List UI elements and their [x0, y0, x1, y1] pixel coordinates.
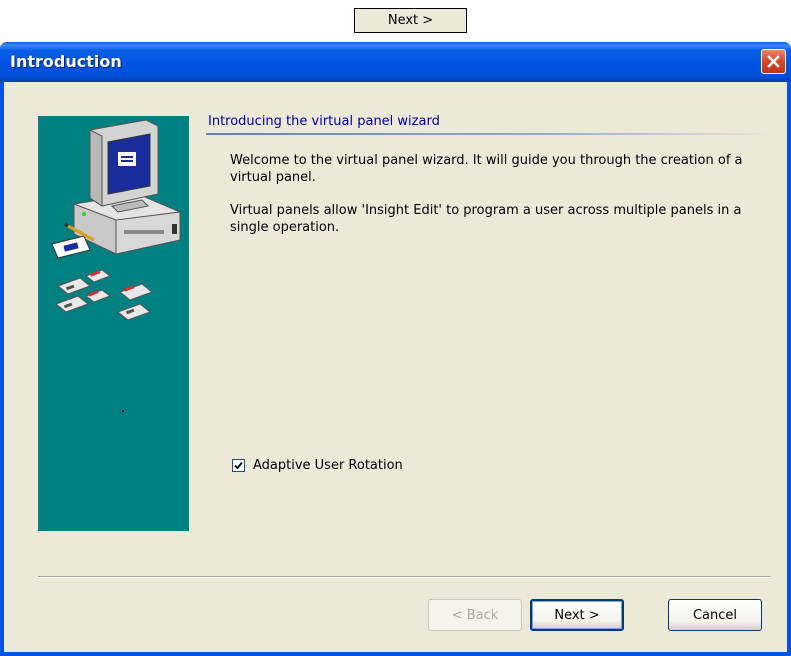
cancel-button[interactable]: Cancel	[668, 599, 762, 631]
wizard-heading: Introducing the virtual panel wizard	[208, 114, 440, 129]
intro-paragraph: Welcome to the virtual panel wizard. It …	[230, 153, 743, 185]
computer-illustration-icon	[51, 119, 181, 412]
title-bar[interactable]: Introduction	[0, 42, 791, 82]
checkmark-icon	[234, 461, 243, 470]
next-button[interactable]: Next >	[530, 599, 624, 631]
adaptive-user-rotation-checkbox[interactable]	[232, 459, 245, 472]
window-title: Introduction	[10, 52, 122, 71]
wizard-dialog: Introduction Introducing the virtual pan…	[0, 42, 791, 656]
adaptive-user-rotation-label: Adaptive User Rotation	[253, 458, 403, 473]
back-button[interactable]: < Back	[428, 599, 522, 631]
button-separator	[38, 576, 771, 578]
description-paragraph: Virtual panels allow 'Insight Edit' to p…	[230, 203, 742, 235]
dialog-body: Introducing the virtual panel wizard Wel…	[4, 82, 787, 652]
adaptive-user-rotation-option[interactable]: Adaptive User Rotation	[232, 458, 403, 473]
heading-divider	[206, 133, 772, 135]
close-icon	[767, 55, 780, 68]
close-button[interactable]	[761, 49, 786, 74]
wizard-side-image	[38, 116, 189, 531]
floating-next-button[interactable]: Next >	[354, 8, 467, 33]
